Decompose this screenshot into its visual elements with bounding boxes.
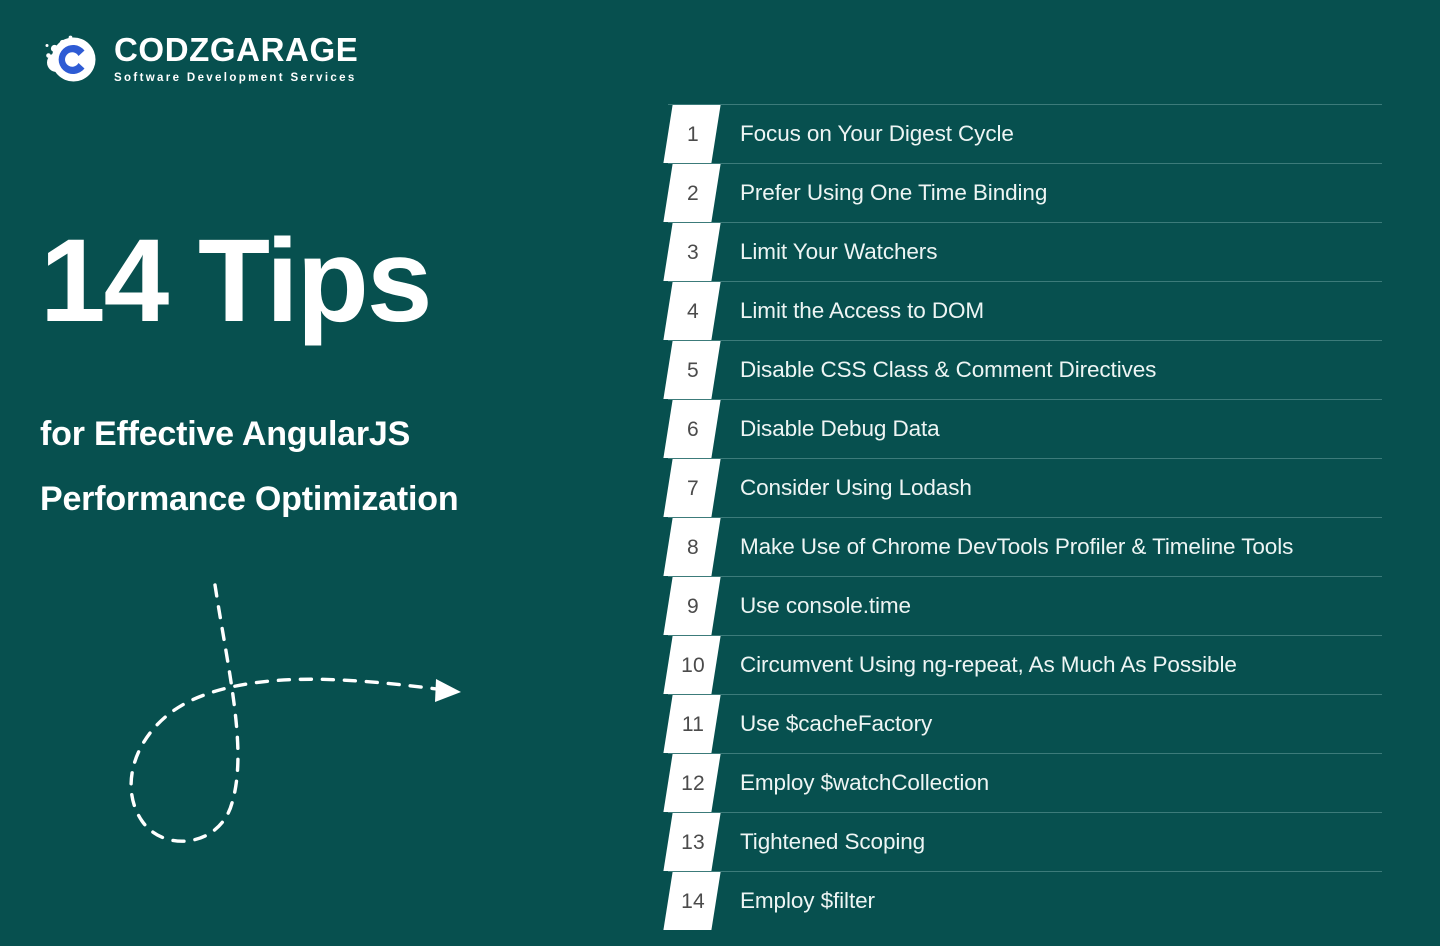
tip-number: 5 bbox=[687, 358, 699, 382]
tip-number: 14 bbox=[681, 889, 705, 913]
hero-subtitle: for Effective AngularJS Performance Opti… bbox=[40, 340, 600, 531]
tip-row: 2 Prefer Using One Time Binding bbox=[668, 163, 1382, 222]
tip-number-badge: 2 bbox=[668, 164, 720, 222]
tip-label: Use console.time bbox=[740, 592, 911, 618]
page-title: 14 Tips bbox=[40, 215, 432, 347]
tip-label: Limit Your Watchers bbox=[740, 238, 938, 264]
tip-label: Focus on Your Digest Cycle bbox=[740, 120, 1014, 146]
tip-number-badge: 4 bbox=[668, 282, 720, 340]
tip-row: 1 Focus on Your Digest Cycle bbox=[668, 104, 1382, 163]
tip-number-badge: 12 bbox=[668, 754, 720, 812]
tip-row: 11 Use $cacheFactory bbox=[668, 694, 1382, 753]
tip-row: 4 Limit the Access to DOM bbox=[668, 281, 1382, 340]
brand-logo-text: CODZGARAGE Software Development Services bbox=[114, 31, 358, 85]
tip-row: 3 Limit Your Watchers bbox=[668, 222, 1382, 281]
brand-name: CODZGARAGE bbox=[114, 31, 359, 69]
tip-number: 3 bbox=[687, 240, 699, 264]
tip-number-badge: 13 bbox=[668, 813, 720, 871]
tip-number-badge: 1 bbox=[668, 105, 720, 163]
tip-number: 13 bbox=[681, 830, 705, 854]
tip-number: 4 bbox=[687, 299, 699, 323]
tip-label: Employ $watchCollection bbox=[740, 769, 990, 795]
tip-number-badge: 7 bbox=[668, 459, 720, 517]
tip-number-badge: 3 bbox=[668, 223, 720, 281]
tip-number-badge: 5 bbox=[668, 341, 720, 399]
tips-list: 1 Focus on Your Digest Cycle 2 Prefer Us… bbox=[668, 104, 1382, 930]
tip-number-badge: 8 bbox=[668, 518, 720, 576]
hero-subtitle-line-1: for Effective AngularJS bbox=[40, 415, 411, 453]
tip-row: 5 Disable CSS Class & Comment Directives bbox=[668, 340, 1382, 399]
tip-row: 8 Make Use of Chrome DevTools Profiler &… bbox=[668, 517, 1382, 576]
tip-number: 1 bbox=[687, 122, 699, 146]
tip-label: Make Use of Chrome DevTools Profiler & T… bbox=[740, 533, 1294, 559]
tip-number: 12 bbox=[681, 771, 705, 795]
infographic-poster: CODZGARAGE Software Development Services… bbox=[0, 0, 1440, 946]
tip-label: Disable Debug Data bbox=[740, 415, 940, 441]
tip-row: 7 Consider Using Lodash bbox=[668, 458, 1382, 517]
tip-number: 11 bbox=[681, 712, 705, 736]
dashed-looping-arrow-icon bbox=[120, 575, 500, 875]
tip-row: 6 Disable Debug Data bbox=[668, 399, 1382, 458]
tip-label: Disable CSS Class & Comment Directives bbox=[740, 356, 1157, 382]
tip-number-badge: 11 bbox=[668, 695, 720, 753]
tip-number: 9 bbox=[687, 594, 699, 618]
brand-logo: CODZGARAGE Software Development Services bbox=[40, 28, 358, 88]
tip-row: 9 Use console.time bbox=[668, 576, 1382, 635]
tip-number-badge: 9 bbox=[668, 577, 720, 635]
tip-number-badge: 6 bbox=[668, 400, 720, 458]
tip-number: 7 bbox=[687, 476, 699, 500]
tip-number: 8 bbox=[687, 535, 699, 559]
tip-label: Use $cacheFactory bbox=[740, 710, 933, 736]
tip-label: Tightened Scoping bbox=[740, 828, 926, 854]
tip-label: Employ $filter bbox=[740, 887, 875, 913]
tip-label: Circumvent Using ng-repeat, As Much As P… bbox=[740, 651, 1237, 677]
codzgarage-c-bubble-logo-icon bbox=[40, 28, 100, 88]
brand-tagline: Software Development Services bbox=[114, 72, 357, 85]
hero-subtitle-line-2: Performance Optimization bbox=[40, 479, 459, 518]
tip-row: 12 Employ $watchCollection bbox=[668, 753, 1382, 812]
tip-number: 10 bbox=[681, 653, 705, 677]
tip-row: 13 Tightened Scoping bbox=[668, 812, 1382, 871]
tip-label: Consider Using Lodash bbox=[740, 474, 972, 500]
tip-label: Prefer Using One Time Binding bbox=[740, 179, 1048, 205]
tip-label: Limit the Access to DOM bbox=[740, 297, 985, 323]
tip-row: 14 Employ $filter bbox=[668, 871, 1382, 930]
tip-number: 2 bbox=[687, 181, 699, 205]
tip-number-badge: 14 bbox=[668, 872, 720, 930]
tip-number-badge: 10 bbox=[668, 636, 720, 694]
hero-block: 14 Tips for Effective AngularJS Performa… bbox=[40, 222, 600, 531]
tip-number: 6 bbox=[687, 417, 699, 441]
tip-row: 10 Circumvent Using ng-repeat, As Much A… bbox=[668, 635, 1382, 694]
